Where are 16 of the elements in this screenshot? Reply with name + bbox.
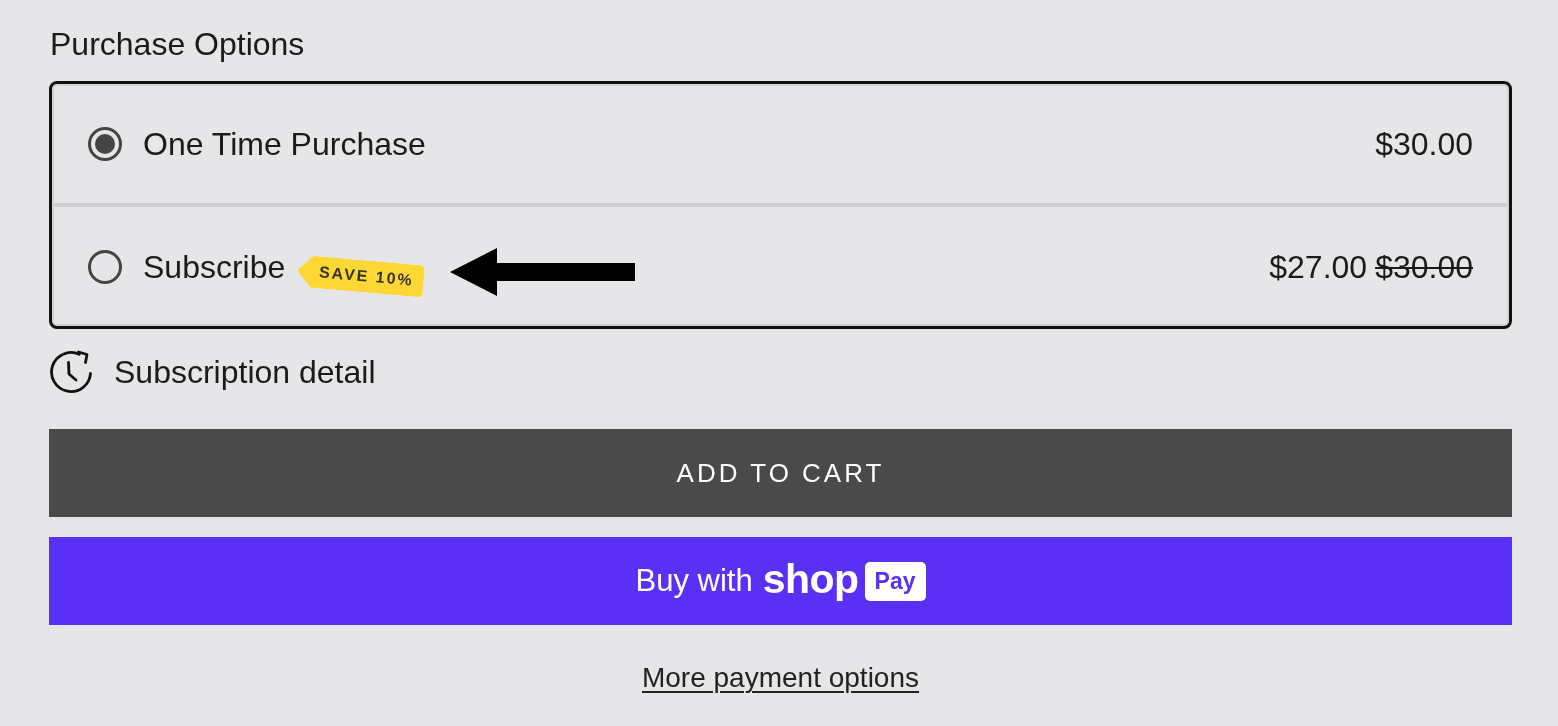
pay-tag: Pay <box>864 561 926 601</box>
discount-tag: SAVE 10% <box>296 254 426 297</box>
clock-arrow-icon <box>49 350 93 394</box>
radio-button[interactable] <box>88 249 122 284</box>
option-label: One Time Purchase <box>143 124 426 163</box>
add-to-cart-button[interactable]: ADD TO CART <box>49 429 1512 517</box>
subscription-detail-link[interactable]: Subscription detail <box>49 350 376 394</box>
section-heading: Purchase Options <box>50 25 305 63</box>
shop-pay-button[interactable]: Buy with shop Pay <box>49 537 1512 625</box>
option-price: $30.00 <box>1375 124 1473 163</box>
radio-button[interactable] <box>88 126 122 161</box>
shop-wordmark: shop <box>762 558 859 604</box>
option-label: Subscribe <box>143 247 286 286</box>
option-price: $27.00 <box>1269 247 1368 286</box>
compare-at-price: $30.00 <box>1375 247 1473 286</box>
more-payment-options-link[interactable]: More payment options <box>641 661 919 695</box>
